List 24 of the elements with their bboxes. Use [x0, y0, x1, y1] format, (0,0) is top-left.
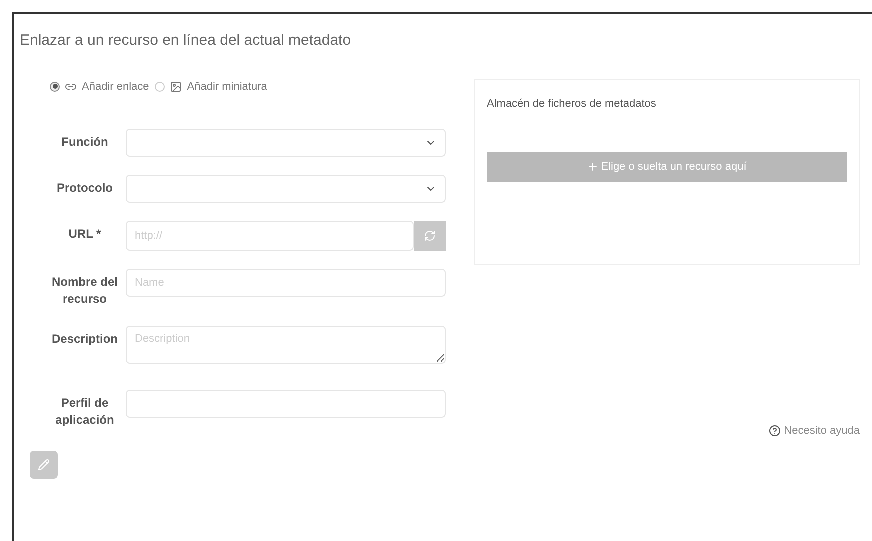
edit-button[interactable] — [30, 451, 58, 479]
image-icon — [170, 80, 182, 93]
store-title: Almacén de ficheros de metadatos — [487, 96, 658, 112]
help-icon — [769, 424, 782, 437]
help-link[interactable]: Necesito ayuda — [769, 422, 860, 439]
dialog-title: Enlazar a un recurso en línea del actual metadato — [19, 31, 352, 51]
radio-button[interactable] — [155, 82, 166, 92]
field-label: Función — [60, 134, 110, 151]
radio-label: Añadir miniatura — [187, 80, 268, 94]
field-label: Nombre del recurso — [50, 274, 119, 308]
field-label: URL * — [68, 226, 102, 243]
select-field[interactable] — [126, 129, 446, 157]
select-field[interactable] — [126, 175, 446, 203]
pencil-icon — [38, 459, 50, 471]
field-label: Description — [50, 331, 119, 348]
radio-label: Añadir enlace — [82, 80, 150, 94]
radio-button[interactable] — [50, 82, 60, 92]
text-field[interactable] — [126, 390, 446, 418]
field-label: Perfil de aplicación — [54, 395, 116, 429]
field-label: Protocolo — [56, 180, 114, 197]
refresh-button[interactable] — [414, 221, 446, 251]
refresh-icon — [424, 230, 436, 242]
drop-button[interactable]: Elige o suelta un recurso aquí — [487, 152, 847, 182]
plus-icon — [587, 161, 600, 173]
